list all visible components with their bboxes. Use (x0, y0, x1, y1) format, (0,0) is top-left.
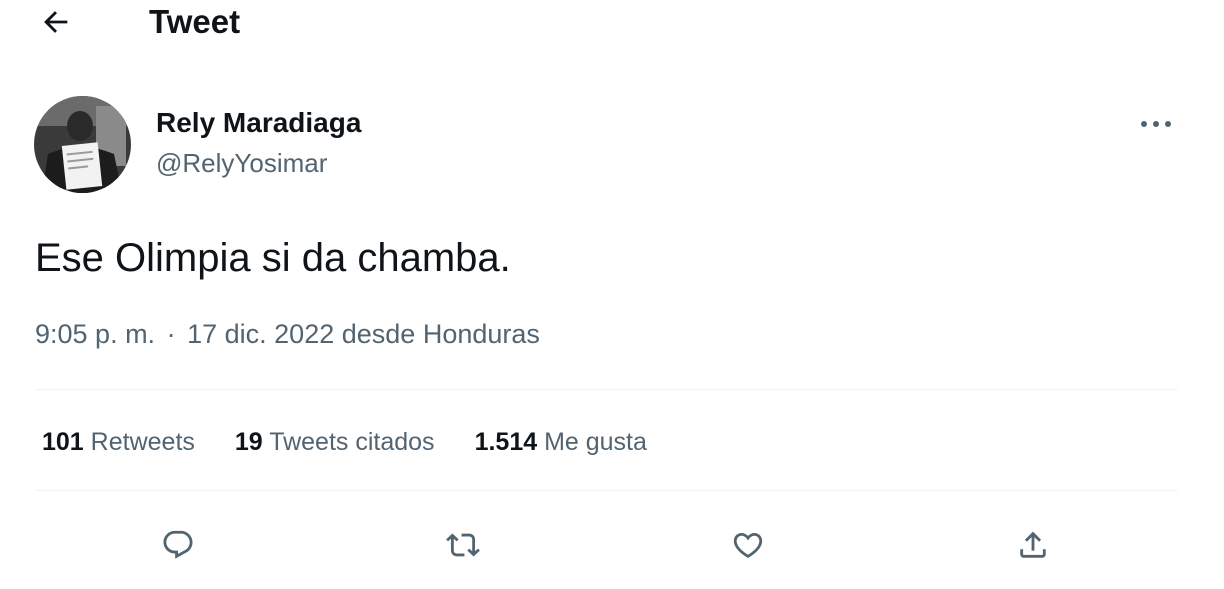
retweets-label: Retweets (90, 428, 195, 456)
reply-button[interactable] (153, 520, 203, 570)
quote-tweets-stat[interactable]: 19 Tweets citados (235, 424, 435, 460)
likes-count: 1.514 (474, 428, 538, 456)
retweets-count: 101 (42, 428, 84, 456)
retweet-button[interactable] (438, 520, 488, 570)
tweet-time[interactable]: 9:05 p. m. (35, 319, 155, 349)
divider (35, 389, 1178, 390)
tweet-header: Tweet (0, 0, 1224, 50)
avatar[interactable] (34, 96, 131, 193)
quote-tweets-label: Tweets citados (269, 428, 435, 456)
back-button[interactable] (30, 0, 82, 44)
arrow-left-icon (39, 5, 73, 39)
retweets-stat[interactable]: 101 Retweets (42, 424, 195, 460)
retweet-icon (446, 528, 480, 562)
like-button[interactable] (723, 520, 773, 570)
share-icon (1016, 528, 1050, 562)
more-horizontal-icon (1139, 119, 1173, 129)
meta-separator: · (166, 319, 176, 349)
more-options-button[interactable] (1134, 106, 1178, 142)
divider (35, 490, 1178, 491)
share-button[interactable] (1008, 520, 1058, 570)
page-title: Tweet (149, 3, 241, 40)
tweet-metadata: 9:05 p. m. · 17 dic. 2022 desde Honduras (35, 317, 540, 351)
tweet-stats: 101 Retweets 19 Tweets citados 1.514 Me … (42, 424, 687, 460)
likes-label: Me gusta (544, 428, 647, 456)
author-handle[interactable]: @RelyYosimar (156, 146, 327, 180)
heart-icon (731, 528, 765, 562)
tweet-actions-bar (0, 520, 1224, 570)
author-display-name[interactable]: Rely Maradiaga (156, 106, 361, 140)
quote-tweets-count: 19 (234, 428, 263, 456)
likes-stat[interactable]: 1.514 Me gusta (475, 424, 647, 460)
tweet-text: Ese Olimpia si da chamba. (35, 236, 511, 280)
tweet-location: desde Honduras (341, 319, 540, 349)
profile-photo (34, 96, 131, 193)
reply-icon (161, 528, 195, 562)
tweet-date[interactable]: 17 dic. 2022 (187, 319, 334, 349)
